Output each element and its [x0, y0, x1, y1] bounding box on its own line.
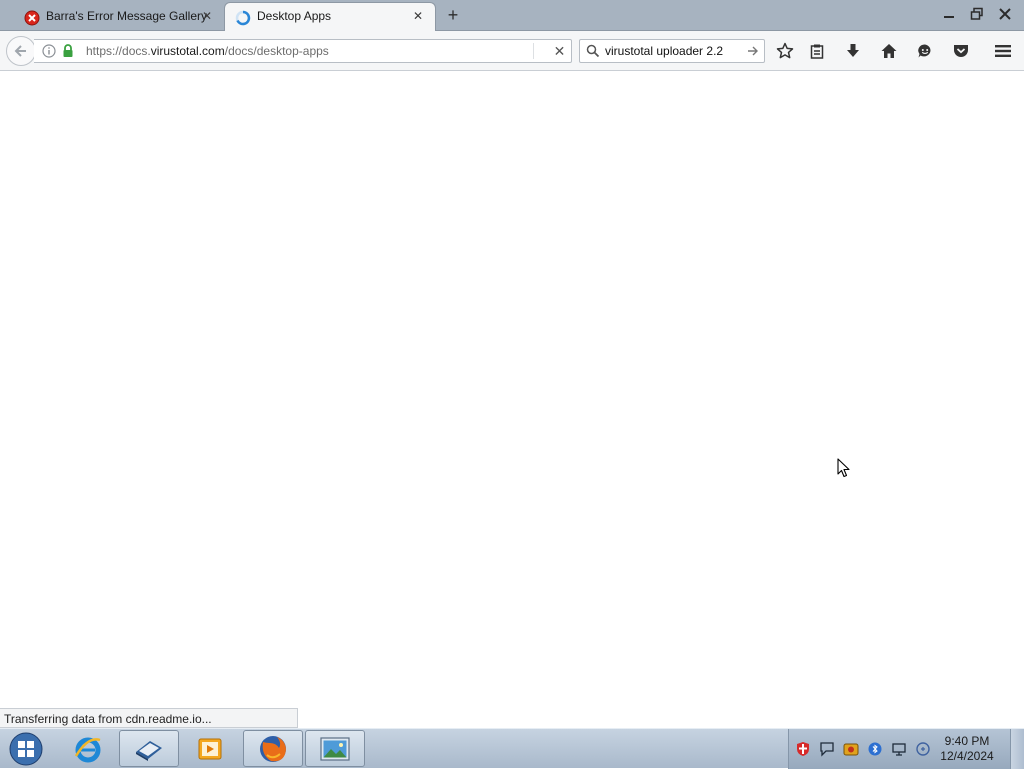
close-icon[interactable]: ✕ — [200, 9, 214, 23]
url-domain: virustotal.com — [150, 44, 225, 58]
picture-icon — [320, 736, 350, 761]
chat-smiley-icon — [918, 44, 931, 58]
loading-spinner-icon — [235, 10, 251, 26]
pocket-icon — [954, 45, 968, 57]
clock-date: 12/4/2024 — [940, 749, 994, 763]
start-button[interactable] — [4, 731, 48, 767]
stop-loading-button[interactable]: ✕ — [533, 43, 567, 59]
menu-button[interactable] — [991, 39, 1015, 63]
taskbar-media-player[interactable] — [180, 730, 240, 767]
url-bar[interactable]: https://docs.virustotal.com/docs/desktop… — [34, 39, 572, 63]
ie-icon — [74, 737, 101, 762]
clipboard-icon — [810, 44, 824, 59]
back-button[interactable] — [6, 36, 36, 66]
status-text: Transferring data from cdn.readme.io... — [4, 712, 212, 726]
reading-list-button[interactable] — [805, 39, 829, 63]
star-icon — [776, 42, 794, 59]
lock-icon[interactable] — [61, 43, 75, 59]
search-input[interactable]: virustotal uploader 2.2 — [605, 44, 723, 58]
search-icon — [586, 44, 600, 58]
system-clock[interactable]: 9:40 PM 12/4/2024 — [930, 734, 1004, 764]
mouse-pointer-icon — [837, 458, 850, 478]
new-tab-button[interactable]: + — [444, 6, 462, 24]
close-icon[interactable]: ✕ — [411, 9, 425, 23]
tab-desktop-apps[interactable]: Desktop Apps ✕ — [224, 2, 436, 31]
clock-time: 9:40 PM — [944, 734, 990, 748]
downloads-button[interactable] — [841, 39, 865, 63]
navigation-toolbar: https://docs.virustotal.com/docs/desktop… — [0, 31, 1024, 71]
bluetooth-icon[interactable] — [867, 741, 883, 757]
windows-logo-icon — [9, 732, 43, 766]
pocket-button[interactable] — [949, 39, 973, 63]
close-window-button[interactable] — [994, 3, 1016, 25]
page-content — [0, 71, 1024, 728]
network-icon[interactable] — [891, 741, 907, 757]
restore-button[interactable] — [966, 3, 988, 25]
show-desktop-button[interactable] — [1010, 729, 1024, 769]
action-center-flag-icon[interactable] — [819, 741, 835, 757]
close-icon — [999, 8, 1011, 20]
window-controls — [938, 3, 1016, 25]
tab-label: Desktop Apps — [257, 9, 332, 23]
back-arrow-icon — [14, 45, 26, 57]
taskbar: 9:40 PM 12/4/2024 — [0, 728, 1024, 769]
minimize-icon — [944, 16, 954, 18]
minimize-button[interactable] — [938, 3, 960, 25]
status-panel: Transferring data from cdn.readme.io... — [0, 708, 298, 728]
taskbar-firefox[interactable] — [243, 730, 303, 767]
home-icon — [881, 44, 897, 58]
media-player-icon — [198, 738, 222, 759]
home-button[interactable] — [877, 39, 901, 63]
volume-tray-icon[interactable] — [915, 741, 931, 757]
tab-barras-error-gallery[interactable]: Barra's Error Message Gallery ✕ — [0, 3, 224, 31]
taskbar-book-app[interactable] — [119, 730, 179, 767]
url-text[interactable]: https://docs.virustotal.com/docs/desktop… — [86, 44, 329, 58]
tab-label: Barra's Error Message Gallery — [46, 9, 208, 23]
tab-strip: Barra's Error Message Gallery ✕ Desktop … — [0, 0, 1024, 31]
book-icon — [136, 740, 162, 761]
hello-chat-button[interactable] — [913, 39, 937, 63]
app-tray-icon[interactable] — [843, 741, 859, 757]
taskbar-internet-explorer[interactable] — [58, 730, 118, 767]
url-path: /docs/desktop-apps — [224, 44, 329, 58]
url-prefix: https://docs. — [86, 44, 151, 58]
error-icon — [24, 10, 40, 26]
download-arrow-icon — [847, 44, 859, 57]
security-shield-icon[interactable] — [795, 741, 811, 757]
bookmark-star-button[interactable] — [773, 39, 797, 63]
info-icon[interactable] — [42, 44, 56, 58]
restore-icon — [970, 7, 983, 20]
search-bar[interactable]: virustotal uploader 2.2 — [579, 39, 765, 63]
go-arrow-icon[interactable] — [746, 44, 760, 58]
taskbar-image-viewer[interactable] — [305, 730, 365, 767]
hamburger-menu-icon — [995, 45, 1011, 57]
firefox-icon — [260, 735, 286, 762]
